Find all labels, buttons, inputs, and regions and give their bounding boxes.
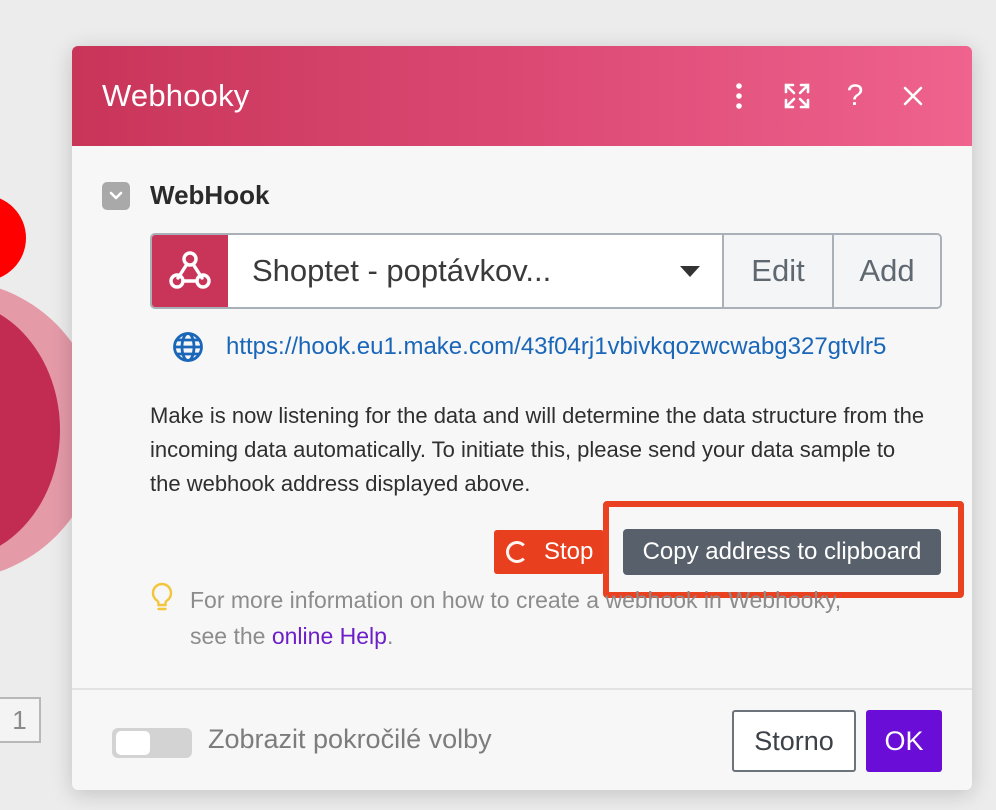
ok-button[interactable]: OK (866, 710, 942, 772)
spinner-icon (506, 541, 528, 563)
add-webhook-button[interactable]: Add (832, 235, 940, 307)
dialog-footer: Zobrazit pokročilé volby Storno OK (72, 688, 972, 790)
edit-webhook-button[interactable]: Edit (724, 235, 832, 307)
help-text: For more information on how to create a … (190, 582, 930, 654)
webhook-actions: Stop Copy address to clipboard (72, 501, 972, 598)
help-text-suffix: . (386, 623, 394, 649)
globe-icon (173, 332, 203, 362)
caret-down-icon (680, 265, 700, 277)
webhook-select[interactable]: Shoptet - poptávkov... (228, 235, 724, 307)
module-error-indicator (0, 195, 26, 281)
advanced-settings-toggle[interactable] (112, 728, 192, 758)
cancel-button[interactable]: Storno (732, 710, 856, 772)
webhook-selector: Shoptet - poptávkov... Edit Add (150, 233, 942, 309)
online-help-link[interactable]: online Help (272, 623, 387, 649)
dialog-title: Webhooky (102, 78, 250, 113)
expand-icon (784, 83, 810, 109)
listening-info-text: Make is now listening for the data and w… (150, 403, 925, 496)
webhook-app-icon (152, 235, 228, 307)
help-button[interactable]: ? (826, 71, 884, 121)
help-icon: ? (846, 79, 864, 112)
dialog-body: WebHook Shoptet - poptávkov... Edit Add (72, 146, 972, 501)
collapse-toggle[interactable] (102, 181, 130, 210)
webhooks-logo-icon (169, 251, 211, 289)
help-text-see: see the (190, 623, 272, 649)
webhook-dialog: Webhooky ? WebHook Shoptet - poptávkov..… (72, 46, 972, 790)
help-text-prefix: For more information on how to create a … (190, 587, 842, 613)
webhook-url-row: https://hook.eu1.make.com/43f04rj1vbivkq… (172, 331, 942, 363)
help-hint: For more information on how to create a … (150, 582, 930, 654)
close-button[interactable] (884, 71, 942, 121)
stop-button[interactable]: Stop (494, 530, 604, 574)
webhook-select-value: Shoptet - poptávkov... (252, 253, 552, 288)
module-counter-badge: 1 (0, 697, 41, 743)
stop-button-label: Stop (544, 538, 594, 565)
chevron-down-icon (109, 191, 123, 199)
webhook-section-header: WebHook (102, 180, 942, 211)
webhook-url-link[interactable]: https://hook.eu1.make.com/43f04rj1vbivkq… (226, 333, 886, 361)
section-title: WebHook (150, 180, 270, 210)
copy-address-button[interactable]: Copy address to clipboard (623, 529, 941, 575)
dialog-header: Webhooky ? (72, 46, 972, 146)
lightbulb-icon (151, 582, 173, 611)
expand-button[interactable] (768, 71, 826, 121)
more-vertical-icon (736, 83, 742, 109)
toggle-knob (116, 731, 150, 755)
more-options-button[interactable] (710, 71, 768, 121)
advanced-settings-label: Zobrazit pokročilé volby (208, 724, 492, 754)
close-icon (903, 86, 923, 106)
